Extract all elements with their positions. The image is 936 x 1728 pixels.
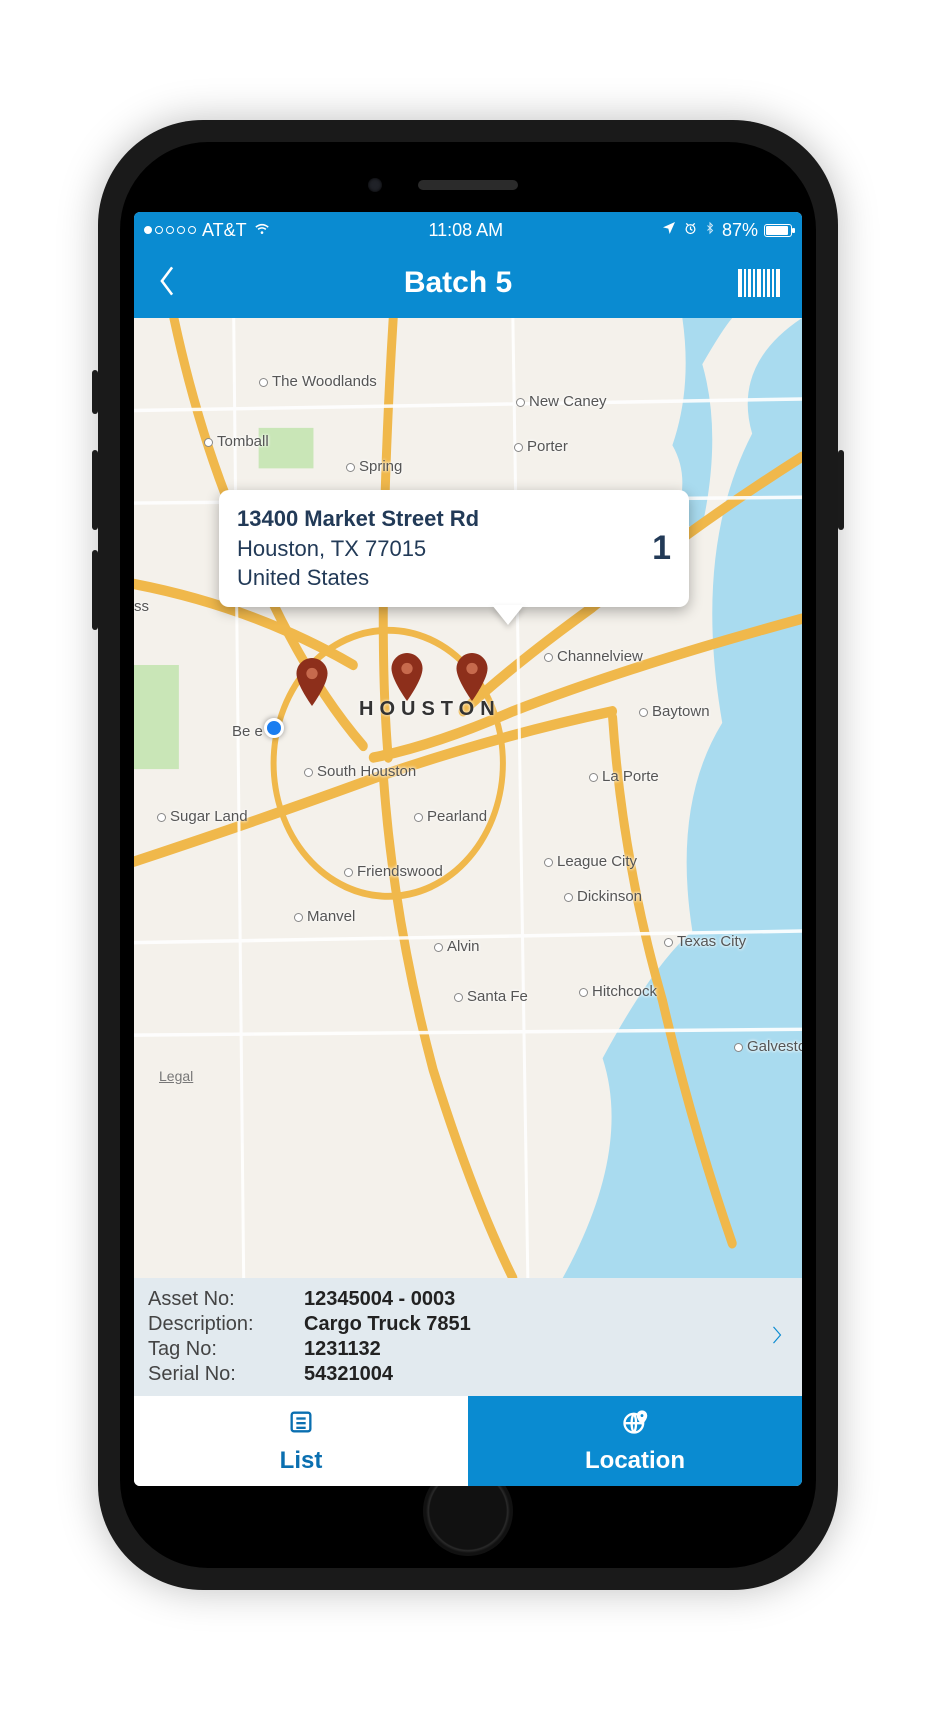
city-label: Tomball — [204, 433, 269, 450]
city-label: Texas City — [664, 933, 746, 950]
description-value: Cargo Truck 7851 — [304, 1313, 471, 1336]
current-location-dot — [264, 718, 284, 738]
city-label: The Woodlands — [259, 373, 377, 390]
phone-frame: AT&T 11:08 AM 87% — [98, 120, 838, 1590]
bluetooth-icon — [704, 220, 716, 241]
city-label: Manvel — [294, 908, 355, 925]
description-label: Description: — [148, 1313, 298, 1336]
status-bar: AT&T 11:08 AM 87% — [134, 212, 802, 248]
tab-location-label: Location — [585, 1447, 685, 1475]
asset-detail-card[interactable]: Asset No: 12345004 - 0003 Description: C… — [134, 1278, 802, 1396]
chevron-right-icon — [770, 1323, 784, 1352]
tag-no-value: 1231132 — [304, 1338, 471, 1361]
power-button — [838, 450, 844, 530]
city-label: Hitchcock — [579, 983, 657, 1000]
city-label: Spring — [346, 458, 402, 475]
volume-up-button — [92, 450, 98, 530]
tab-list[interactable]: List — [134, 1396, 468, 1486]
alarm-icon — [683, 220, 698, 241]
back-button[interactable] — [156, 264, 178, 303]
globe-location-icon — [621, 1408, 649, 1443]
tab-location[interactable]: Location — [468, 1396, 802, 1486]
city-label: Channelview — [544, 648, 643, 665]
signal-strength-icon — [144, 226, 196, 234]
app-screen: AT&T 11:08 AM 87% — [134, 212, 802, 1486]
asset-detail-grid: Asset No: 12345004 - 0003 Description: C… — [148, 1288, 471, 1386]
city-label: Friendswood — [344, 863, 443, 880]
callout-count: 1 — [652, 526, 671, 572]
clock-label: 11:08 AM — [428, 220, 503, 241]
callout-address: 13400 Market Street Rd Houston, TX 77015… — [237, 504, 479, 593]
city-label: Pearland — [414, 808, 487, 825]
mute-switch — [92, 370, 98, 414]
city-label: Galvesto — [734, 1038, 802, 1055]
city-label: Santa Fe — [454, 988, 528, 1005]
city-label: New Caney — [516, 393, 607, 410]
map-legal-link[interactable]: Legal — [159, 1068, 193, 1084]
city-label: Baytown — [639, 703, 710, 720]
volume-down-button — [92, 550, 98, 630]
houston-label: HOUSTON — [359, 698, 501, 721]
city-label: Sugar Land — [157, 808, 248, 825]
phone-speaker — [418, 180, 518, 190]
serial-no-value: 54321004 — [304, 1363, 471, 1386]
asset-no-value: 12345004 - 0003 — [304, 1288, 471, 1311]
tab-bar: List Location — [134, 1396, 802, 1486]
asset-no-label: Asset No: — [148, 1288, 298, 1311]
battery-icon — [764, 224, 792, 237]
barcode-scan-button[interactable] — [738, 269, 780, 297]
map-callout[interactable]: 13400 Market Street Rd Houston, TX 77015… — [219, 490, 689, 607]
serial-no-label: Serial No: — [148, 1363, 298, 1386]
city-label: Alvin — [434, 938, 480, 955]
map-basemap — [134, 318, 802, 1278]
tab-list-label: List — [280, 1447, 323, 1475]
page-title: Batch 5 — [404, 266, 512, 300]
city-label: Porter — [514, 438, 568, 455]
city-label: South Houston — [304, 763, 416, 780]
list-icon — [287, 1408, 315, 1443]
wifi-icon — [253, 219, 271, 242]
tag-no-label: Tag No: — [148, 1338, 298, 1361]
map-pin[interactable] — [294, 658, 330, 706]
carrier-label: AT&T — [202, 220, 247, 241]
city-label: Dickinson — [564, 888, 642, 905]
city-label: League City — [544, 853, 637, 870]
city-label: La Porte — [589, 768, 659, 785]
battery-percent-label: 87% — [722, 220, 758, 241]
city-label: ss — [134, 598, 149, 615]
location-services-icon — [661, 220, 677, 241]
map-view[interactable]: The Woodlands Tomball Spring New Caney P… — [134, 318, 802, 1278]
city-label: Be e — [232, 723, 263, 740]
nav-bar: Batch 5 — [134, 248, 802, 318]
map-pin[interactable] — [454, 653, 490, 701]
phone-camera — [368, 178, 382, 192]
map-pin[interactable] — [389, 653, 425, 701]
